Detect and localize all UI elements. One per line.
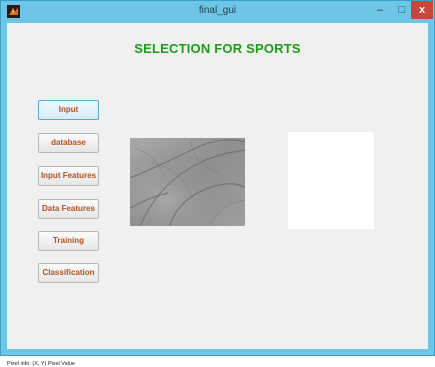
input-image-axes (130, 138, 245, 226)
minimize-button[interactable]: – (369, 1, 391, 19)
result-axes (288, 132, 374, 229)
page-title: SELECTION FOR SPORTS (134, 41, 301, 56)
classification-button[interactable]: Classification (38, 263, 99, 283)
window-bottom-border (1, 349, 434, 355)
close-button[interactable]: x (411, 1, 433, 19)
training-button[interactable]: Training (38, 231, 99, 251)
input-features-button[interactable]: Input Features (38, 166, 99, 186)
input-button[interactable]: Input (38, 100, 99, 120)
pixel-info-status: Pixel info: (X, Y) Pixel Value (7, 361, 75, 367)
maximize-button[interactable]: □ (391, 1, 413, 19)
figure-canvas: SELECTION FOR SPORTS Input database Inpu… (7, 23, 428, 367)
database-button[interactable]: database (38, 133, 99, 153)
data-features-button[interactable]: Data Features (38, 199, 99, 219)
title-bar[interactable]: final_gui – □ x (1, 1, 434, 23)
app-window: final_gui – □ x SELECTION FOR SPORTS Inp… (0, 0, 435, 367)
